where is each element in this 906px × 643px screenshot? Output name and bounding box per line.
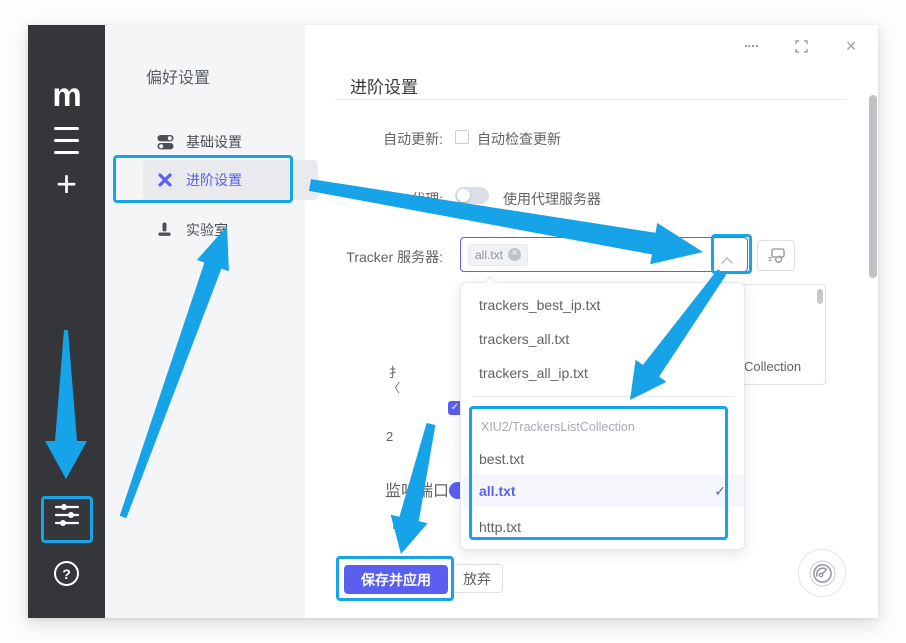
- question-icon: ?: [54, 561, 79, 586]
- obscured-letter: E: [392, 516, 403, 534]
- minimize-icon: [745, 45, 758, 47]
- annotation-box-preferences-icon: [41, 496, 93, 543]
- discard-button[interactable]: 放弃: [451, 564, 503, 593]
- proxy-label: 代理:: [283, 189, 443, 209]
- help-button[interactable]: ?: [28, 561, 105, 586]
- auto-update-checkbox-label: 自动检查更新: [477, 129, 561, 149]
- tracker-label: Tracker 服务器:: [283, 247, 443, 267]
- preferences-title: 偏好设置: [146, 64, 210, 88]
- maximize-icon: [795, 40, 808, 53]
- plus-icon: +: [56, 170, 77, 198]
- sidebar-item-lab[interactable]: 实验室: [143, 210, 318, 250]
- close-icon: ×: [846, 36, 857, 57]
- maximize-button[interactable]: [788, 33, 814, 59]
- listen-port-label: 监听端口: [385, 477, 449, 501]
- auto-update-label: 自动更新:: [283, 129, 443, 149]
- window-controls: ×: [738, 33, 864, 59]
- speedometer-icon: [809, 560, 836, 587]
- tracker-select[interactable]: all.txt ×: [460, 237, 748, 272]
- sidebar-item-label: 基础设置: [186, 132, 242, 152]
- auto-update-checkbox[interactable]: [455, 130, 469, 144]
- preferences-panel: 偏好设置 基础设置 进阶设置: [105, 25, 305, 618]
- tracker-tag-label: all.txt: [475, 248, 503, 262]
- annotation-box-collapse-arrow: [711, 234, 752, 274]
- proxy-toggle[interactable]: [455, 187, 489, 204]
- page-title: 进阶设置: [350, 73, 418, 98]
- task-list-icon[interactable]: [28, 122, 105, 158]
- main-scrollbar[interactable]: [869, 95, 877, 278]
- minimize-button[interactable]: [738, 33, 764, 59]
- textarea-scrollbar[interactable]: [817, 289, 823, 304]
- obscured-desc-fragment: 〈: [388, 379, 400, 396]
- tracker-tag: all.txt ×: [468, 244, 528, 266]
- dropdown-option[interactable]: trackers_best_ip.txt: [462, 289, 744, 321]
- sidebar-item-label: 实验室: [186, 220, 228, 240]
- obscured-number: 2: [386, 429, 393, 444]
- sync-trackers-button[interactable]: [757, 240, 795, 271]
- motrix-logo-icon: m: [52, 76, 80, 114]
- annotation-box-advanced-settings: [113, 155, 293, 203]
- add-task-button[interactable]: +: [28, 170, 105, 198]
- close-button[interactable]: ×: [838, 33, 864, 59]
- app-logo: m: [28, 76, 105, 114]
- title-divider: [335, 99, 846, 100]
- dropdown-divider: [473, 396, 734, 397]
- toggle-knob: [457, 189, 470, 202]
- lab-icon: [157, 222, 174, 238]
- obscured-collection-text: Collection: [744, 359, 801, 374]
- sync-trackers-icon: [768, 248, 785, 263]
- app-window: m + ? 偏好设置: [28, 25, 878, 618]
- dropdown-option[interactable]: trackers_all_ip.txt: [462, 357, 744, 389]
- annotation-box-save-button: [336, 556, 454, 601]
- screen: m + ? 偏好设置: [0, 0, 906, 643]
- proxy-text: 使用代理服务器: [503, 189, 601, 209]
- annotation-box-dropdown-group: [469, 406, 728, 540]
- toggles-icon: [157, 134, 174, 150]
- tag-close-icon[interactable]: ×: [508, 248, 521, 261]
- speed-limit-button[interactable]: [798, 549, 846, 597]
- dropdown-option[interactable]: trackers_all.txt: [462, 323, 744, 355]
